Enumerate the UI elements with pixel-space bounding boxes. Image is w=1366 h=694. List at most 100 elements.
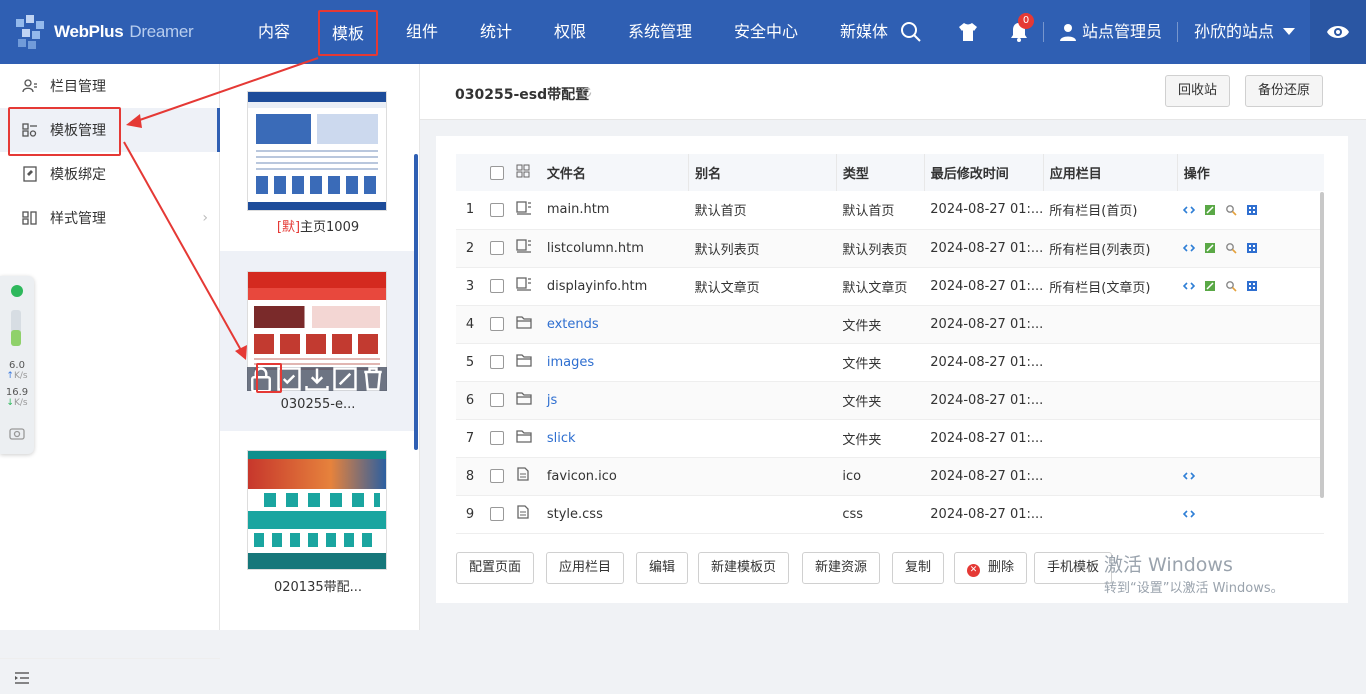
row-checkbox[interactable] (489, 202, 504, 217)
scrollbar[interactable] (414, 154, 418, 450)
code-view-icon[interactable] (1183, 242, 1196, 254)
sidebar-item-column[interactable]: 栏目管理 (0, 64, 220, 108)
table-row[interactable]: 5 images 文件夹 2024-08-27 01:... (456, 343, 1324, 382)
column-header[interactable]: 类型 (836, 154, 925, 191)
refresh-icon[interactable] (580, 86, 593, 99)
search-icon[interactable] (899, 20, 923, 44)
caret-down-icon[interactable] (1283, 28, 1295, 36)
search-icon[interactable] (1225, 204, 1237, 216)
qrcode-icon[interactable] (1246, 280, 1258, 292)
row-checkbox[interactable] (489, 279, 504, 293)
table-row[interactable]: 6 js 文件夹 2024-08-27 01:... (456, 381, 1324, 420)
select-all-checkbox[interactable] (489, 165, 504, 180)
row-checkbox[interactable] (489, 317, 504, 331)
nav-content[interactable]: 内容 (258, 0, 290, 64)
nav-security[interactable]: 安全中心 (734, 0, 798, 64)
nav-system[interactable]: 系统管理 (628, 0, 692, 64)
file-name[interactable]: slick (540, 419, 689, 458)
table-row[interactable]: 4 extends 文件夹 2024-08-27 01:... (456, 305, 1324, 344)
status-dot (11, 285, 23, 297)
backup-restore-button[interactable]: 备份还原 (1245, 75, 1324, 107)
folder-icon (516, 354, 532, 367)
user-name[interactable]: 站点管理员 (1082, 0, 1162, 64)
column-header[interactable]: 应用栏目 (1043, 154, 1178, 191)
file-name[interactable]: listcolumn.htm (540, 229, 689, 268)
search-icon[interactable] (1225, 280, 1237, 292)
mobile-template-button[interactable]: 手机模板 (1034, 552, 1113, 584)
table-row[interactable]: 1 main.htm 默认首页 默认首页 2024-08-27 01:... 所有栏目(首… (456, 191, 1324, 230)
nav-component[interactable]: 组件 (406, 0, 438, 64)
chevron-right-icon: › (202, 210, 208, 226)
row-number: 6 (456, 381, 484, 420)
edit-icon[interactable] (1204, 242, 1216, 254)
download-icon[interactable] (303, 365, 331, 393)
code-view-icon[interactable] (1183, 470, 1196, 482)
trash-icon[interactable] (359, 365, 387, 393)
file-alias (688, 495, 837, 534)
nav-statistics[interactable]: 统计 (480, 0, 512, 64)
template-card[interactable]: [默]主页1009 (220, 74, 416, 254)
search-icon[interactable] (1225, 242, 1237, 254)
recycle-bin-button[interactable]: 回收站 (1165, 75, 1231, 107)
logo-secondary: Dreamer (129, 22, 194, 41)
file-name[interactable]: displayinfo.htm (540, 267, 689, 306)
column-header[interactable]: 最后修改时间 (924, 154, 1044, 191)
code-view-icon[interactable] (1183, 508, 1196, 520)
edit-icon[interactable] (1204, 204, 1216, 216)
template-card-selected[interactable]: 030255-e... (220, 251, 416, 431)
network-speed-widget[interactable]: 6.0 ↑K/s 16.9 ↓K/s (0, 276, 34, 454)
qrcode-icon[interactable] (1246, 204, 1258, 216)
edit-icon[interactable] (1204, 280, 1216, 292)
row-checkbox[interactable] (489, 469, 504, 483)
file-type: css (836, 495, 925, 534)
row-checkbox[interactable] (489, 507, 504, 521)
row-number: 1 (456, 191, 484, 230)
row-checkbox[interactable] (489, 393, 504, 407)
table-row[interactable]: 9 style.css css 2024-08-27 01:... (456, 495, 1324, 534)
delete-button[interactable]: ✕ 删除 (954, 552, 1028, 584)
nav-permission[interactable]: 权限 (554, 0, 586, 64)
file-name[interactable]: style.css (540, 495, 689, 534)
edit-button[interactable]: 编辑 (636, 552, 689, 584)
file-name[interactable]: extends (540, 305, 689, 344)
new-template-page-button[interactable]: 新建模板页 (698, 552, 790, 584)
theme-shirt-icon[interactable] (956, 20, 980, 44)
code-view-icon[interactable] (1183, 204, 1196, 216)
file-name[interactable]: favicon.ico (540, 457, 689, 496)
row-checkbox[interactable] (489, 355, 504, 369)
copy-button[interactable]: 复制 (892, 552, 945, 584)
apply-column-button[interactable]: 应用栏目 (546, 552, 625, 584)
row-operations (1177, 343, 1324, 382)
template-name: [默]主页1009 (276, 220, 360, 235)
table-row[interactable]: 2 listcolumn.htm 默认列表页 默认列表页 2024-08-27 01:.… (456, 229, 1324, 268)
file-name[interactable]: main.htm (540, 191, 689, 230)
template-card[interactable]: 020135带配... (220, 434, 416, 614)
preview-button[interactable] (1310, 0, 1366, 64)
nav-template[interactable]: 模板 (318, 10, 379, 56)
template-name: 030255-e... (280, 397, 356, 412)
nav-media[interactable]: 新媒体 (840, 0, 888, 64)
site-selector[interactable]: 孙欣的站点 (1194, 0, 1274, 64)
sidebar-item-style[interactable]: 样式管理 › (0, 196, 220, 240)
table-row[interactable]: 7 slick 文件夹 2024-08-27 01:... (456, 419, 1324, 458)
edit-icon[interactable] (331, 365, 359, 393)
row-checkbox[interactable] (489, 431, 504, 445)
collapse-menu-icon[interactable] (14, 671, 30, 685)
new-resource-button[interactable]: 新建资源 (802, 552, 881, 584)
logo[interactable]: WebPlus Dreamer (14, 15, 194, 49)
qrcode-icon[interactable] (1246, 242, 1258, 254)
file-name[interactable]: images (540, 343, 689, 382)
row-checkbox[interactable] (489, 241, 504, 255)
table-scrollbar[interactable] (1320, 192, 1324, 498)
code-view-icon[interactable] (1183, 280, 1196, 292)
windows-activation-watermark: 激活 Windows (1104, 554, 1233, 576)
table-row[interactable]: 3 displayinfo.htm 默认文章页 默认文章页 2024-08-27 01:… (456, 267, 1324, 306)
sidebar-item-binding[interactable]: 模板绑定 (0, 152, 220, 196)
file-name[interactable]: js (540, 381, 689, 420)
column-header[interactable]: 文件名 (540, 154, 690, 191)
file-alias (688, 381, 837, 420)
config-page-button[interactable]: 配置页面 (456, 552, 535, 584)
table-row[interactable]: 8 favicon.ico ico 2024-08-27 01:... (456, 457, 1324, 496)
template-thumbnail (247, 450, 387, 570)
column-header[interactable]: 别名 (688, 154, 837, 191)
